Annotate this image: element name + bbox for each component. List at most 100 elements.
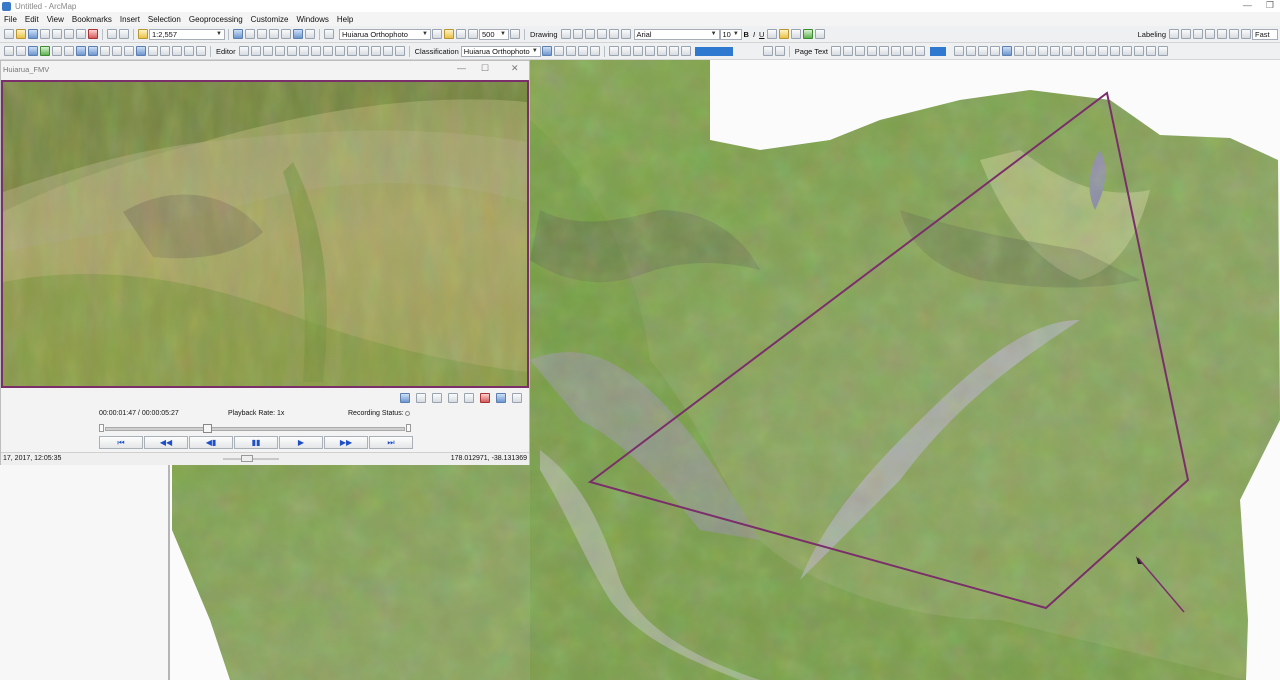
- search-window-icon[interactable]: [269, 29, 279, 39]
- zoom-in-icon[interactable]: [4, 46, 14, 56]
- rotate-feature-icon[interactable]: [358, 46, 369, 56]
- align-center-icon[interactable]: [774, 46, 785, 56]
- full-extent-icon[interactable]: [40, 46, 50, 56]
- rotate-icon[interactable]: [572, 29, 583, 39]
- select-elements-icon[interactable]: [560, 29, 571, 39]
- settings-icon[interactable]: [512, 393, 522, 403]
- layout-zoom-out-icon[interactable]: [620, 46, 631, 56]
- labeling-menu[interactable]: Labeling: [1136, 30, 1168, 39]
- rotate-flip-icon[interactable]: [1098, 46, 1109, 56]
- swipe-icon[interactable]: [468, 29, 478, 39]
- export-icon[interactable]: [903, 46, 914, 56]
- data-driven-pages-icon[interactable]: [831, 46, 842, 56]
- pan-to-frame-icon[interactable]: [448, 393, 458, 403]
- toolbar-options-icon[interactable]: [324, 29, 334, 39]
- menu-windows[interactable]: Windows: [292, 15, 332, 24]
- zoom-out-icon[interactable]: [16, 46, 26, 56]
- label-weight-icon[interactable]: [1193, 29, 1203, 39]
- python-window-icon[interactable]: [293, 29, 303, 39]
- menu-file[interactable]: File: [0, 15, 21, 24]
- align-icon[interactable]: [1086, 46, 1097, 56]
- hyperlink-icon[interactable]: [172, 46, 182, 56]
- edit-annotation-icon[interactable]: [250, 46, 261, 56]
- menu-insert[interactable]: Insert: [116, 15, 144, 24]
- fmv-video-frame[interactable]: [1, 80, 529, 388]
- print-icon[interactable]: [40, 29, 50, 39]
- layout-pan-icon[interactable]: [632, 46, 643, 56]
- delete-icon[interactable]: [88, 29, 98, 39]
- find-icon[interactable]: [148, 46, 158, 56]
- restore-icon[interactable]: ❐: [1266, 0, 1274, 11]
- edit-tool-icon[interactable]: [238, 46, 249, 56]
- export-map-icon[interactable]: [1122, 46, 1133, 56]
- menu-geoprocessing[interactable]: Geoprocessing: [185, 15, 247, 24]
- snap-icon[interactable]: [990, 46, 1001, 56]
- training-sample-icon[interactable]: [541, 46, 552, 56]
- select-features-icon[interactable]: [100, 46, 110, 56]
- playback-slider[interactable]: [99, 424, 411, 433]
- snapshot-icon[interactable]: [416, 393, 426, 403]
- volume-thumb[interactable]: [241, 455, 253, 462]
- layer-combo-bottom[interactable]: Huiarua Orthophoto ▼: [460, 45, 541, 57]
- convert-labels-icon[interactable]: [1241, 29, 1251, 39]
- page-text-menu[interactable]: Page Text: [793, 47, 830, 56]
- layout-zoom-in-icon[interactable]: [608, 46, 619, 56]
- end-point-arc-icon[interactable]: [274, 46, 285, 56]
- catalog-window-icon[interactable]: [257, 29, 267, 39]
- undo-icon[interactable]: [107, 29, 117, 39]
- open-folder-icon[interactable]: [16, 29, 26, 39]
- prev-page-nav-icon[interactable]: [855, 46, 866, 56]
- pan-icon[interactable]: [28, 46, 38, 56]
- rectangle-icon[interactable]: [584, 29, 595, 39]
- rulers-icon[interactable]: [978, 46, 989, 56]
- sketch-properties-icon[interactable]: [382, 46, 393, 56]
- first-page-icon[interactable]: [843, 46, 854, 56]
- arrange-icon[interactable]: [1014, 46, 1025, 56]
- labeling-quality-combo[interactable]: Fast: [1252, 28, 1278, 40]
- editor-toolbar-icon[interactable]: [233, 29, 243, 39]
- font-name-combo[interactable]: Arial ▼: [633, 28, 720, 40]
- bookmark-icon[interactable]: [464, 393, 474, 403]
- font-color-icon[interactable]: [767, 29, 778, 39]
- menu-edit[interactable]: Edit: [21, 15, 43, 24]
- menu-help[interactable]: Help: [333, 15, 357, 24]
- previous-page-icon[interactable]: [668, 46, 679, 56]
- color-fill-swatch[interactable]: [694, 46, 733, 56]
- options-icon[interactable]: [1146, 46, 1157, 56]
- html-popup-icon[interactable]: [184, 46, 194, 56]
- next-page-nav-icon[interactable]: [867, 46, 878, 56]
- sensor-icon[interactable]: [496, 393, 506, 403]
- add-data-icon[interactable]: [138, 29, 148, 39]
- font-size-combo[interactable]: 10 ▼: [719, 28, 742, 40]
- straight-segment-icon[interactable]: [262, 46, 273, 56]
- contrast-icon[interactable]: [432, 29, 442, 39]
- view-unplaced-icon[interactable]: [1229, 29, 1239, 39]
- play-button[interactable]: ▶: [279, 436, 323, 449]
- maximize-icon[interactable]: ☐: [481, 63, 489, 74]
- minimize-icon[interactable]: —: [1243, 0, 1252, 11]
- identify-icon[interactable]: [136, 46, 146, 56]
- drawing-menu[interactable]: Drawing: [528, 30, 560, 39]
- fill-color-icon[interactable]: [779, 29, 790, 39]
- draw-polygon-icon[interactable]: [565, 46, 576, 56]
- pause-button[interactable]: ▮▮: [234, 436, 278, 449]
- classification-menu[interactable]: Classification: [413, 47, 461, 56]
- zoom-value-combo[interactable]: 500 ▼: [479, 28, 509, 40]
- ungroup-icon[interactable]: [1050, 46, 1061, 56]
- forward-extent-icon[interactable]: [88, 46, 98, 56]
- shadow-color-icon[interactable]: [815, 29, 826, 39]
- next-page-icon[interactable]: [680, 46, 691, 56]
- menu-customize[interactable]: Customize: [247, 15, 293, 24]
- table-of-contents-icon[interactable]: [245, 29, 255, 39]
- zoom-whole-page-icon[interactable]: [644, 46, 655, 56]
- reshape-icon[interactable]: [322, 46, 333, 56]
- classify-icon[interactable]: [553, 46, 564, 56]
- map-scale-combo[interactable]: 1:2,557 ▼: [149, 28, 225, 40]
- close-icon[interactable]: ✕: [511, 63, 519, 74]
- skip-to-end-button[interactable]: ⏭: [369, 436, 413, 449]
- print-preview-icon[interactable]: [1134, 46, 1145, 56]
- edit-vertices-icon[interactable]: [608, 29, 619, 39]
- menu-selection[interactable]: Selection: [144, 15, 185, 24]
- align-left-icon[interactable]: [762, 46, 773, 56]
- fmv-window-header[interactable]: Huiarua_FMV — ☐ ✕: [1, 61, 529, 78]
